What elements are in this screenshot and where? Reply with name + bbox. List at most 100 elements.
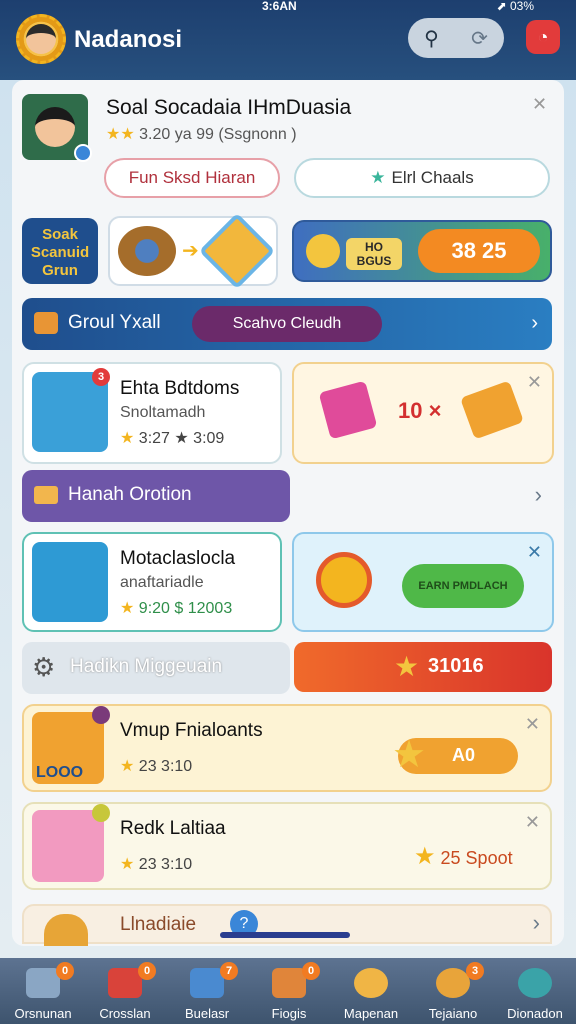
star-icon: ★★ bbox=[106, 126, 135, 143]
profile-name: Soal Socadaia IHmDuasia bbox=[106, 96, 352, 119]
bottom-tab-bar: 0 Orsnunan 0 Crosslan 7 Buelasr 0 Fiogis… bbox=[0, 958, 576, 1024]
tab-tejaiano[interactable]: 3 Tejaiano bbox=[412, 958, 494, 1024]
close-icon[interactable]: ✕ bbox=[527, 372, 542, 393]
chest-icon bbox=[34, 312, 58, 334]
tab-fiogis[interactable]: 0 Fiogis bbox=[248, 958, 330, 1024]
rating-text: 3.20 ya 99 (Ssgnonn ) bbox=[139, 126, 297, 143]
close-icon[interactable]: ✕ bbox=[525, 714, 540, 735]
earn-button[interactable]: EARN PMDLACH bbox=[402, 564, 524, 608]
tab-badge: 0 bbox=[56, 962, 74, 980]
secondary-action-button[interactable]: ★ Elrl Chaals bbox=[294, 158, 550, 198]
tab-mapenan[interactable]: Mapenan bbox=[330, 958, 412, 1024]
character-icon bbox=[354, 968, 388, 998]
ticket-icon bbox=[34, 486, 58, 504]
card-meta-text: 9:20 $ 12003 bbox=[138, 600, 233, 617]
primary-action-button[interactable]: Fun Sksd Hiaran bbox=[104, 158, 280, 198]
tab-cross[interactable]: 0 Crosslan bbox=[84, 958, 166, 1024]
card-title: Motaclaslocla bbox=[120, 548, 236, 569]
notification-button[interactable]: ◔ bbox=[526, 20, 560, 54]
star-icon: ★ bbox=[120, 600, 135, 617]
chevron-right-icon[interactable]: › bbox=[535, 482, 542, 508]
tab-dionadon[interactable]: Dionadon bbox=[494, 958, 576, 1024]
close-icon[interactable]: ✕ bbox=[532, 94, 547, 115]
reward-card-2[interactable]: EARN PMDLACH ✕ bbox=[292, 532, 554, 632]
card-meta: ★ 3:27 ★ 3:09 bbox=[120, 428, 224, 448]
reward-card-1[interactable]: 10 × ✕ bbox=[292, 362, 554, 464]
card-title: Ehta Bdtdoms bbox=[120, 378, 240, 399]
offer-card-1[interactable]: LOOO Vmup Fnialoants ★ 23 3:10 ★ A0 ✕ bbox=[22, 704, 552, 792]
tab-badge: 0 bbox=[302, 962, 320, 980]
badge-dot bbox=[92, 706, 110, 724]
section-bar-hadikn[interactable]: ⚙ Hadikn Miggeuain bbox=[22, 642, 290, 694]
sync-icon[interactable]: ⟳ bbox=[471, 26, 488, 51]
gear-icon: ⚙ bbox=[32, 652, 56, 682]
card-meta: ★ 9:20 $ 12003 bbox=[120, 598, 232, 618]
chest-icon bbox=[108, 968, 142, 998]
crystal-icon bbox=[198, 212, 276, 290]
coin-panel[interactable]: HO BGUS 38 25 bbox=[292, 220, 552, 282]
card-title: Redk Laltiaa bbox=[120, 818, 226, 839]
value-text: 25 Spoot bbox=[440, 848, 513, 868]
card-meta: ★ 23 3:10 bbox=[120, 756, 192, 776]
token-icon bbox=[316, 552, 372, 608]
star-icon: ★ bbox=[120, 430, 135, 447]
coin-icon bbox=[436, 968, 470, 998]
home-icon bbox=[26, 968, 60, 998]
top-bar: Nadanosi ⚲ ⟳ ◔ bbox=[0, 8, 576, 70]
section-label: Hadikn Miggeuain bbox=[70, 656, 223, 677]
offer-card-2[interactable]: Redk Laltiaa ★ 23 3:10 ★ 25 Spoot ✕ bbox=[22, 802, 552, 890]
tab-label: Fiogis bbox=[271, 1006, 307, 1021]
items-panel[interactable]: ➔ bbox=[108, 212, 278, 290]
arrow-icon: ➔ bbox=[182, 240, 199, 262]
card-thumbnail bbox=[32, 810, 104, 882]
quest-card-2[interactable]: Motaclaslocla anaftariadle ★ 9:20 $ 1200… bbox=[22, 532, 282, 632]
section-bar-group[interactable]: Groul Yxall Scahvo Cleudh › bbox=[22, 298, 552, 350]
value-pill[interactable]: ★ A0 bbox=[392, 734, 518, 776]
secondary-action-label: Elrl Chaals bbox=[391, 168, 474, 187]
close-icon[interactable]: ✕ bbox=[525, 812, 540, 833]
section-tag: Scahvo Cleudh bbox=[192, 306, 382, 342]
tab-label: Orsnunan bbox=[14, 1006, 72, 1021]
quest-card-1[interactable]: 3 Ehta Bdtdoms Snoltamadh ★ 3:27 ★ 3:09 bbox=[22, 362, 282, 464]
search-icon[interactable]: ⚲ bbox=[424, 26, 439, 51]
card-thumbnail bbox=[32, 542, 108, 622]
main-panel: Soal Socadaia IHmDuasia ★★ 3.20 ya 99 (S… bbox=[12, 80, 564, 946]
promo-row: Soak Scanuid Grun ➔ HO BGUS 38 25 bbox=[22, 212, 554, 290]
tab-home[interactable]: 0 Orsnunan bbox=[2, 958, 84, 1024]
star-icon: ★ bbox=[394, 651, 420, 682]
offer-card-3[interactable]: Llnadiaie ? › bbox=[22, 904, 552, 946]
profile-section: Soal Socadaia IHmDuasia ★★ 3.20 ya 99 (S… bbox=[22, 92, 554, 212]
badge-dot bbox=[92, 804, 110, 822]
tab-label: Tejaiano bbox=[428, 1006, 478, 1021]
board-icon bbox=[190, 968, 224, 998]
tab-badge: 0 bbox=[138, 962, 156, 980]
section-tag-label: Scahvo Cleudh bbox=[232, 315, 342, 332]
section-label: Groul Yxall bbox=[68, 312, 161, 333]
profile-face-icon bbox=[35, 107, 75, 147]
score-value: 31016 bbox=[428, 655, 484, 677]
avatar-face-icon bbox=[26, 24, 56, 54]
user-avatar[interactable] bbox=[16, 14, 66, 64]
verified-badge-icon bbox=[74, 144, 92, 162]
star-icon: ★ bbox=[120, 856, 135, 873]
tab-label: Buelasr bbox=[184, 1006, 230, 1021]
badge-count: 3 bbox=[92, 368, 110, 386]
card-meta-text: 23 3:10 bbox=[138, 856, 193, 873]
card-title: Vmup Fnialoants bbox=[120, 720, 263, 741]
close-icon[interactable]: ✕ bbox=[527, 542, 542, 563]
section-bar-hanah[interactable]: Hanah Orotion bbox=[22, 470, 290, 522]
chevron-right-icon: › bbox=[531, 312, 538, 334]
card-meta-text: 23 3:10 bbox=[138, 758, 193, 775]
tab-badge: 3 bbox=[466, 962, 484, 980]
tab-label: Mapenan bbox=[343, 1006, 399, 1021]
section-label: Hanah Orotion bbox=[68, 484, 192, 505]
star-icon: ★ bbox=[120, 758, 135, 775]
card-subtitle: Snoltamadh bbox=[120, 404, 206, 421]
tab-buel[interactable]: 7 Buelasr bbox=[166, 958, 248, 1024]
coin-value: 38 25 bbox=[418, 229, 540, 273]
game-logo[interactable]: Soak Scanuid Grun bbox=[22, 218, 98, 284]
score-pill[interactable]: ★ 31016 bbox=[294, 642, 552, 692]
tab-badge: 7 bbox=[220, 962, 238, 980]
search-sync-pill: ⚲ ⟳ bbox=[408, 18, 504, 58]
scroll-indicator bbox=[220, 932, 350, 938]
